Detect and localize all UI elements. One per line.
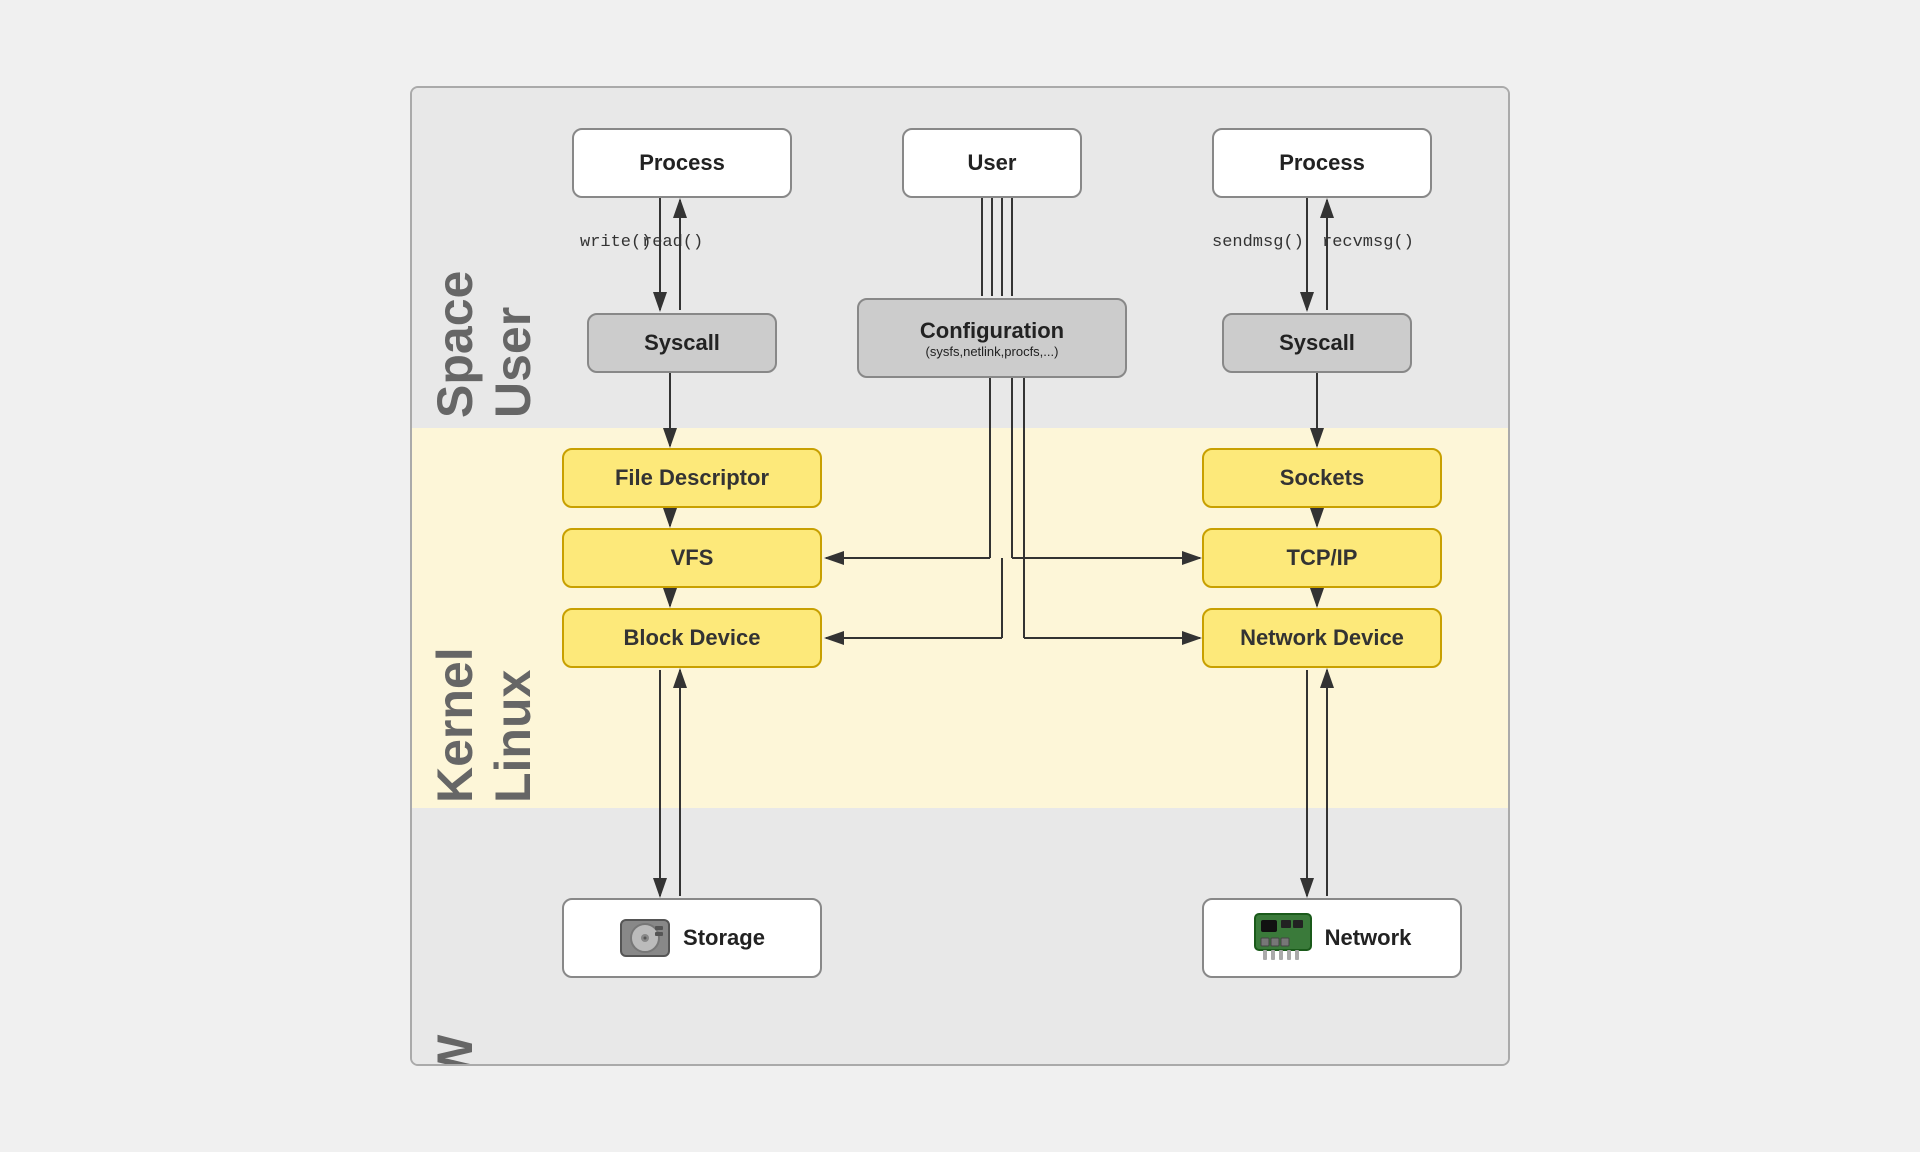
block-device-box: Block Device (562, 608, 822, 668)
process-left-box: Process (572, 128, 792, 198)
sockets-box: Sockets (1202, 448, 1442, 508)
diagram-container: UserSpace LinuxKernel HW Process User Pr… (410, 86, 1510, 1066)
storage-box: Storage (562, 898, 822, 978)
configuration-box: Configuration (sysfs,netlink,procfs,...) (857, 298, 1127, 378)
file-descriptor-box: File Descriptor (562, 448, 822, 508)
recvmsg-label: recvmsg() (1322, 233, 1414, 252)
sendmsg-label: sendmsg() (1212, 233, 1304, 252)
hw-label: HW (426, 878, 484, 1066)
vfs-box: VFS (562, 528, 822, 588)
write-label: write() (580, 233, 651, 252)
network-device-box: Network Device (1202, 608, 1442, 668)
kernel-label: LinuxKernel (426, 443, 542, 803)
nic-icon (1253, 912, 1313, 964)
syscall-right-box: Syscall (1222, 313, 1412, 373)
user-space-label: UserSpace (426, 118, 542, 418)
read-label: read() (642, 233, 703, 252)
process-right-box: Process (1212, 128, 1432, 198)
syscall-left-box: Syscall (587, 313, 777, 373)
network-hw-box: Network (1202, 898, 1462, 978)
tcp-ip-box: TCP/IP (1202, 528, 1442, 588)
user-middle-box: User (902, 128, 1082, 198)
hdd-icon (619, 912, 671, 964)
